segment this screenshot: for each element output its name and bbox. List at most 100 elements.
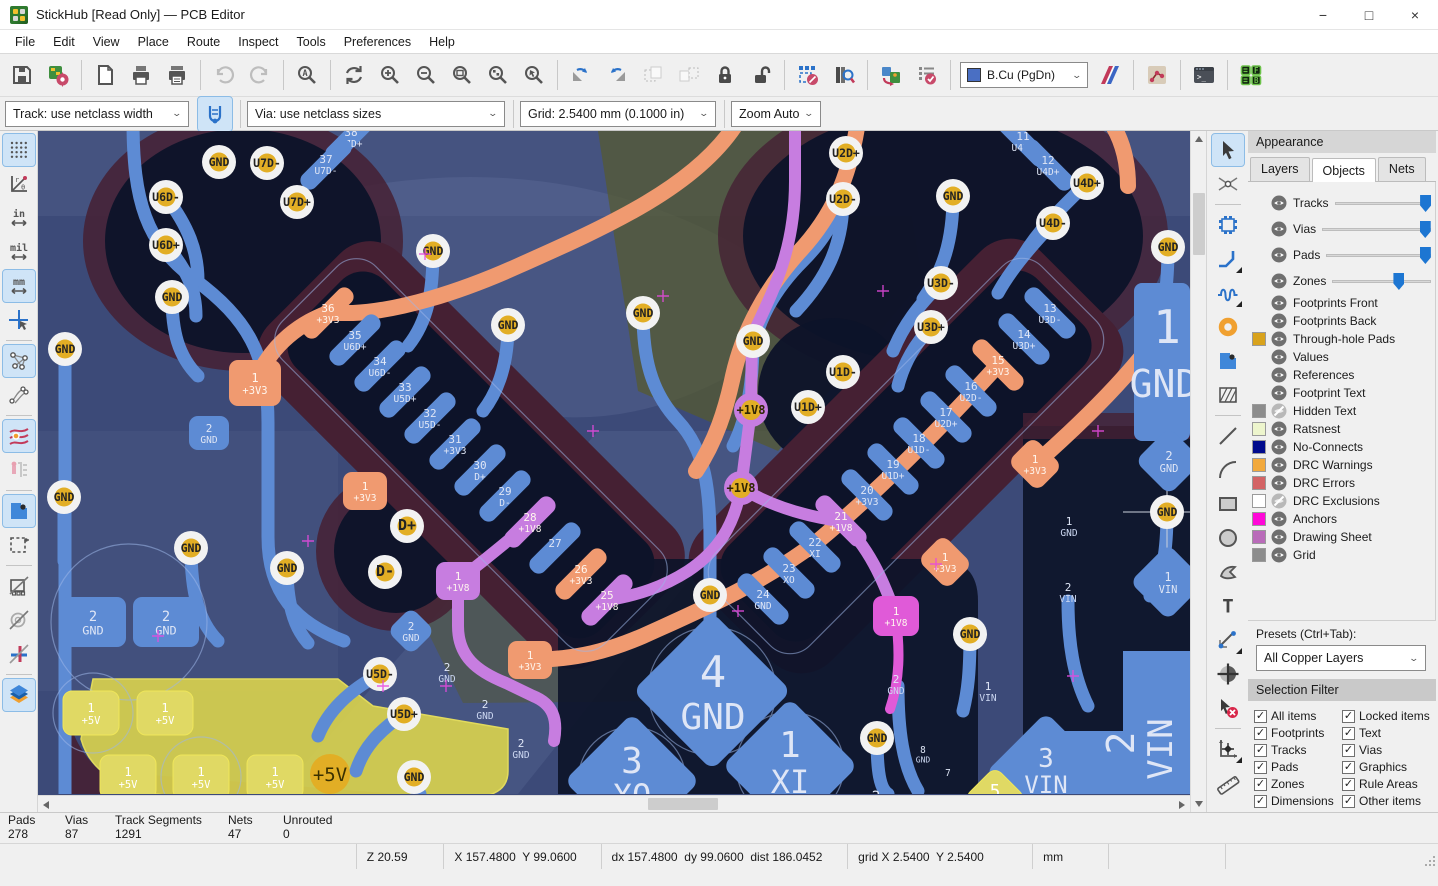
tune-length-button[interactable] — [1212, 277, 1244, 309]
color-swatch[interactable] — [1252, 476, 1266, 490]
menu-preferences[interactable]: Preferences — [335, 32, 420, 52]
draw-arc-button[interactable] — [1212, 454, 1244, 486]
visibility-eye-icon[interactable] — [1271, 385, 1287, 401]
grid-origin-button[interactable] — [1212, 733, 1244, 765]
layer-selector[interactable]: B.Cu (PgDn)⌄ — [960, 62, 1088, 88]
visibility-eye-icon[interactable] — [1271, 457, 1287, 473]
presets-select[interactable]: All Copper Layers⌄ — [1256, 645, 1426, 671]
hscroll-thumb[interactable] — [648, 798, 718, 810]
alignment-target-button[interactable] — [1212, 658, 1244, 690]
filter-locked-items[interactable]: ✓Locked items — [1342, 709, 1434, 723]
save-button[interactable] — [5, 58, 39, 92]
zone-fill-button[interactable] — [3, 495, 35, 527]
menu-file[interactable]: File — [6, 32, 44, 52]
sketch-footprints-button[interactable] — [3, 570, 35, 602]
color-swatch[interactable] — [1252, 512, 1266, 526]
ungroup-button[interactable] — [672, 58, 706, 92]
color-swatch[interactable] — [1252, 332, 1266, 346]
lock-button[interactable] — [708, 58, 742, 92]
measure-tool-button[interactable] — [1212, 767, 1244, 799]
place-footprint-button[interactable] — [1212, 209, 1244, 241]
draw-polygon-button[interactable] — [1212, 556, 1244, 588]
visibility-eye-icon[interactable] — [1271, 493, 1287, 509]
group-button[interactable] — [636, 58, 670, 92]
visibility-eye-icon[interactable] — [1271, 313, 1287, 329]
minimize-button[interactable]: − — [1300, 0, 1346, 29]
zoom-select[interactable]: Zoom Auto⌄ — [731, 101, 821, 127]
pcb-canvas[interactable]: 38U7D+37U7D-36+3V335U6D+34U6D-33U5D+32U5… — [38, 131, 1190, 795]
draw-circle-button[interactable] — [1212, 522, 1244, 554]
color-swatch[interactable] — [1252, 458, 1266, 472]
select-tool-button[interactable] — [1212, 134, 1244, 166]
plot-button[interactable] — [160, 58, 194, 92]
layer-pair-button[interactable] — [1093, 58, 1127, 92]
print-button[interactable] — [124, 58, 158, 92]
route-tracks-button[interactable] — [1212, 243, 1244, 275]
visibility-eye-icon[interactable] — [1271, 331, 1287, 347]
filter-footprints[interactable]: ✓Footprints — [1254, 726, 1342, 740]
polar-coords-button[interactable]: rθ — [3, 168, 35, 200]
ratsnest-visibility-button[interactable] — [3, 345, 35, 377]
draw-rectangle-button[interactable] — [1212, 488, 1244, 520]
filter-pads[interactable]: ✓Pads — [1254, 760, 1342, 774]
vscroll-thumb[interactable] — [1193, 193, 1205, 255]
menu-edit[interactable]: Edit — [44, 32, 84, 52]
update-pcb-button[interactable] — [874, 58, 908, 92]
menu-place[interactable]: Place — [129, 32, 178, 52]
net-color-mode-button[interactable] — [3, 454, 35, 486]
page-settings-button[interactable] — [88, 58, 122, 92]
add-dimension-button[interactable] — [1212, 624, 1244, 656]
visibility-eye-icon[interactable] — [1271, 547, 1287, 563]
tab-layers[interactable]: Layers — [1250, 157, 1310, 181]
zoom-objects-button[interactable] — [481, 58, 515, 92]
undo-button[interactable] — [207, 58, 241, 92]
local-ratsnest-button[interactable] — [1212, 168, 1244, 200]
menu-view[interactable]: View — [84, 32, 129, 52]
grid-dots-button[interactable] — [3, 134, 35, 166]
visibility-eye-icon[interactable] — [1271, 367, 1287, 383]
color-swatch[interactable] — [1252, 440, 1266, 454]
draw-line-button[interactable] — [1212, 420, 1244, 452]
refresh-button[interactable] — [337, 58, 371, 92]
visibility-eye-icon[interactable] — [1271, 421, 1287, 437]
cursor-shape-button[interactable] — [3, 304, 35, 336]
color-swatch[interactable] — [1252, 404, 1266, 418]
tab-objects[interactable]: Objects — [1312, 158, 1376, 182]
net-highlight-mode-button[interactable] — [3, 420, 35, 452]
filter-zones[interactable]: ✓Zones — [1254, 777, 1342, 791]
redo-button[interactable] — [243, 58, 277, 92]
python-console-button[interactable]: >_ — [1187, 58, 1221, 92]
flip-right-button[interactable] — [600, 58, 634, 92]
board-setup-button[interactable] — [41, 58, 75, 92]
visibility-eye-icon[interactable] — [1271, 221, 1287, 237]
visibility-eye-icon[interactable] — [1271, 529, 1287, 545]
resize-grip[interactable] — [1424, 844, 1438, 869]
zoom-in-button[interactable] — [373, 58, 407, 92]
vertical-scrollbar[interactable] — [1190, 131, 1206, 812]
unit-mil-button[interactable]: mil — [3, 236, 35, 268]
visibility-eye-icon[interactable] — [1271, 349, 1287, 365]
filter-other-items[interactable]: ✓Other items — [1342, 794, 1434, 808]
color-swatch[interactable] — [1252, 548, 1266, 562]
filter-dimensions[interactable]: ✓Dimensions — [1254, 794, 1342, 808]
via-size-select[interactable]: Via: use netclass sizes⌄ — [247, 101, 505, 127]
color-swatch[interactable] — [1252, 494, 1266, 508]
opacity-slider[interactable] — [1326, 247, 1431, 263]
filter-text[interactable]: ✓Text — [1342, 726, 1434, 740]
tab-nets[interactable]: Nets — [1378, 157, 1426, 181]
opacity-slider[interactable] — [1335, 195, 1431, 211]
visibility-eye-icon[interactable] — [1271, 195, 1287, 211]
layers-manager-button[interactable]: FB — [1234, 58, 1268, 92]
sketch-pads-button[interactable] — [3, 604, 35, 636]
zoom-fit-button[interactable] — [445, 58, 479, 92]
unit-mm-button[interactable]: mm — [3, 270, 35, 302]
visibility-eye-icon[interactable] — [1271, 439, 1287, 455]
delete-tool-button[interactable] — [1212, 692, 1244, 724]
rule-area-button[interactable] — [1212, 379, 1244, 411]
zoom-out-button[interactable] — [409, 58, 443, 92]
filter-all-items[interactable]: ✓All items — [1254, 709, 1342, 723]
visibility-eye-icon[interactable] — [1271, 247, 1287, 263]
edit-footprints-button[interactable] — [791, 58, 825, 92]
net-highlight-button[interactable] — [1140, 58, 1174, 92]
ratsnest-curved-button[interactable] — [3, 379, 35, 411]
